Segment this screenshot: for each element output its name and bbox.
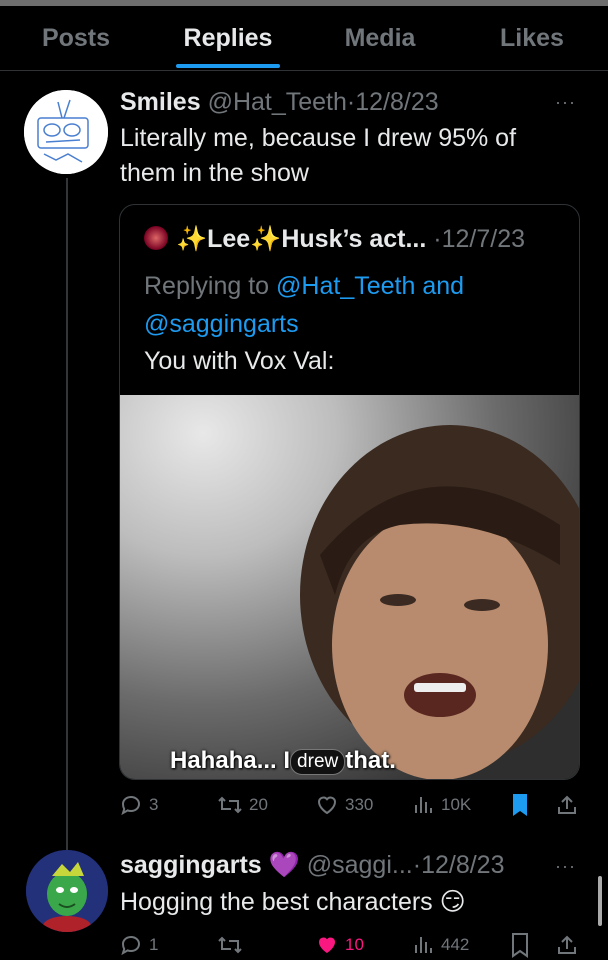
tweet1-handle[interactable]: @Hat_Teeth [208, 88, 347, 116]
tweet1-text-line2: them in the show [120, 159, 309, 187]
tweet2-author-name[interactable]: saggingarts [120, 851, 262, 879]
quote-replying-to: Replying to @Hat_Teeth and @saggingarts [144, 267, 564, 343]
tab-posts-label: Posts [41, 23, 111, 52]
tab-media[interactable]: Media [304, 6, 456, 70]
avatar-smiles-drawing [24, 90, 108, 174]
profile-tabs: Posts Replies Media Likes [0, 6, 608, 70]
bookmark-icon [513, 794, 527, 816]
tweet2-like-button[interactable]: 10 [315, 933, 364, 957]
like-icon [317, 796, 337, 815]
avatar-saggingarts-drawing [26, 850, 108, 932]
tweet1-like-button[interactable]: 330 [315, 793, 373, 817]
quote-date: 12/7/23 [441, 225, 526, 253]
quote-header: ✨Lee✨Husk’s act... ·12/7/23 [144, 225, 525, 254]
replying-user-hat-teeth[interactable]: @Hat_Teeth [276, 272, 415, 300]
caption-pill: drew [290, 748, 346, 775]
tweet2-views-button[interactable]: 442 [413, 933, 469, 957]
scrollbar[interactable] [598, 876, 602, 926]
tweet1-date[interactable]: 12/8/23 [355, 88, 438, 116]
quote-avatar [144, 226, 168, 250]
tweet2-bookmark-button[interactable] [509, 932, 531, 958]
tweet1-header: Smiles @Hat_Teeth·12/8/23 [120, 88, 439, 117]
avatar-smiles[interactable] [24, 90, 108, 174]
quoted-tweet[interactable]: ✨Lee✨Husk’s act... ·12/7/23 Replying to … [119, 204, 580, 780]
tabs-divider [0, 70, 608, 71]
tweet2-handle[interactable]: @saggi... [307, 851, 413, 879]
tweet1-reply-button[interactable]: 3 [119, 793, 158, 817]
tweet1-text-line1: Literally me, because I drew 95% of [120, 124, 517, 152]
tweet2-text: Hogging the best characters 😏 [120, 888, 466, 916]
caption-pre: Hahaha... I [170, 747, 291, 774]
tweet1-actions: 3 20 330 10K [119, 790, 589, 820]
tweet1-share-button[interactable] [555, 793, 579, 817]
replying-user-saggingarts[interactable]: @saggingarts [144, 310, 299, 338]
tweet1-views-button[interactable]: 10K [413, 793, 471, 817]
repost-icon [218, 796, 242, 814]
tweet2-more-icon[interactable]: ··· [555, 856, 576, 877]
quote-author-name: ✨Lee✨Husk’s act... [176, 225, 427, 253]
tab-replies[interactable]: Replies [152, 6, 304, 70]
tweet2-actions: 1 10 442 [119, 930, 589, 960]
tweet2-repost-button[interactable] [217, 933, 249, 957]
tweet1-reply-count: 3 [149, 795, 159, 814]
avatar-saggingarts[interactable] [26, 850, 108, 932]
tweet2-header: saggingarts 💜 @saggi...·12/8/23 [120, 851, 504, 880]
share-icon [558, 935, 576, 954]
tweet1-text: Literally me, because I drew 95% of them… [120, 121, 580, 191]
share-icon [558, 795, 576, 814]
views-icon [415, 937, 432, 953]
tweet1-view-count: 10K [441, 795, 472, 814]
quote-separator: · [433, 225, 442, 253]
tweet1-more-icon[interactable]: ··· [555, 92, 576, 113]
tweet1-bookmark-button[interactable] [509, 792, 531, 818]
quote-text: You with Vox Val: [144, 347, 335, 375]
media-person-illustration [300, 425, 579, 779]
tweet1-author-name[interactable]: Smiles [120, 88, 201, 116]
tab-likes[interactable]: Likes [456, 6, 608, 70]
tab-media-label: Media [344, 23, 416, 52]
tweet2-date[interactable]: 12/8/23 [421, 851, 504, 879]
tweet2-like-count: 10 [345, 935, 364, 954]
repost-icon [218, 936, 242, 954]
tweet1-repost-count: 20 [249, 795, 268, 814]
like-icon [319, 937, 335, 953]
replying-and: and [415, 272, 465, 300]
caption-post: that. [345, 747, 396, 774]
tweet1-repost-button[interactable]: 20 [217, 793, 268, 817]
tweet2-reply-count: 1 [149, 935, 159, 954]
media-caption: Hahaha... Idrew that. [170, 747, 396, 775]
tweet2-purple-heart-icon: 💜 [268, 851, 300, 879]
reply-icon [121, 935, 141, 956]
active-tab-indicator [176, 64, 280, 68]
replying-prefix: Replying to [144, 272, 277, 300]
views-icon [415, 797, 432, 813]
tab-posts[interactable]: Posts [0, 6, 152, 70]
quote-media-gif[interactable]: Hahaha... Idrew that. [120, 395, 579, 779]
bookmark-icon [512, 933, 528, 958]
tweet2-view-count: 442 [441, 935, 470, 954]
thread-connector [66, 178, 68, 850]
reply-icon [121, 795, 141, 816]
tweet2-share-button[interactable] [555, 933, 579, 957]
tweet2-separator: · [412, 851, 422, 879]
tab-replies-label: Replies [183, 23, 273, 52]
tweet2-reply-button[interactable]: 1 [119, 933, 158, 957]
tab-likes-label: Likes [500, 23, 564, 52]
tweet1-like-count: 330 [345, 795, 374, 814]
tweet1-separator: · [346, 88, 356, 116]
